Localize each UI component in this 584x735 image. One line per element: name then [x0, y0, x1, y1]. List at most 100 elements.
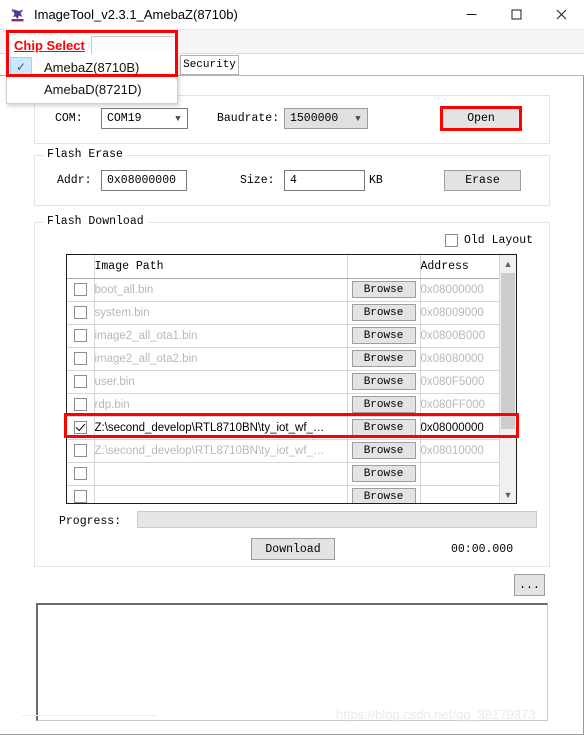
- scroll-down-icon[interactable]: ▼: [500, 486, 516, 503]
- erase-button[interactable]: Erase: [444, 170, 521, 191]
- row-image-path[interactable]: boot_all.bin: [94, 278, 348, 302]
- old-layout-checkbox-row[interactable]: Old Layout: [445, 234, 533, 247]
- row-checkbox-cell[interactable]: [67, 347, 95, 371]
- table-row[interactable]: Z:\second_develop\RTL8710BN\ty_iot_wf_… B…: [67, 439, 516, 463]
- chip-select-label[interactable]: Chip Select: [6, 38, 91, 54]
- row-image-path[interactable]: system.bin: [94, 301, 348, 325]
- row-checkbox[interactable]: [73, 375, 87, 388]
- row-checkbox-cell[interactable]: [67, 416, 95, 440]
- row-checkbox[interactable]: [73, 283, 87, 296]
- erase-size-unit: KB: [369, 174, 383, 187]
- row-browse-cell: Browse: [347, 301, 421, 325]
- row-address[interactable]: [420, 485, 500, 503]
- browse-button[interactable]: Browse: [351, 465, 416, 482]
- browse-button[interactable]: Browse: [351, 373, 416, 390]
- row-image-path[interactable]: image2_all_ota1.bin: [94, 324, 348, 348]
- row-checkbox-cell[interactable]: [67, 393, 95, 417]
- baudrate-value: 1500000: [290, 112, 339, 125]
- row-address[interactable]: 0x08080000: [420, 347, 500, 371]
- table-row[interactable]: system.bin Browse 0x08009000: [67, 301, 516, 325]
- table-row[interactable]: image2_all_ota1.bin Browse 0x0800B000: [67, 324, 516, 348]
- row-image-path[interactable]: rdp.bin: [94, 393, 348, 417]
- row-address[interactable]: 0x08000000: [420, 278, 500, 302]
- table-header-blank: [347, 255, 421, 279]
- row-image-path[interactable]: user.bin: [94, 370, 348, 394]
- table-row[interactable]: user.bin Browse 0x080F5000: [67, 370, 516, 394]
- row-checkbox[interactable]: [73, 467, 87, 480]
- row-address[interactable]: 0x0800B000: [420, 324, 500, 348]
- open-button[interactable]: Open: [442, 108, 520, 129]
- table-row[interactable]: Browse: [67, 462, 516, 486]
- chip-option-amebad[interactable]: AmebaD(8721D): [7, 78, 177, 100]
- table-vertical-scrollbar[interactable]: ▲ ▼: [499, 255, 516, 503]
- table-row[interactable]: Z:\second_develop\RTL8710BN\ty_iot_wf_… B…: [67, 416, 516, 440]
- row-image-path[interactable]: [94, 485, 348, 503]
- row-address[interactable]: 0x08009000: [420, 301, 500, 325]
- browse-button[interactable]: Browse: [351, 327, 416, 344]
- row-image-path[interactable]: image2_all_ota2.bin: [94, 347, 348, 371]
- tab-security[interactable]: Security: [180, 55, 239, 75]
- row-image-path[interactable]: [94, 462, 348, 486]
- more-options-label: ...: [519, 578, 540, 592]
- row-checkbox[interactable]: [73, 352, 87, 365]
- row-checkbox-cell[interactable]: [67, 278, 95, 302]
- browse-button[interactable]: Browse: [351, 281, 416, 298]
- image-table[interactable]: Image Path Address boot_all.bin Browse 0x0…: [66, 254, 517, 504]
- chip-option-amebaz[interactable]: ✓ AmebaZ(8710B): [7, 56, 177, 78]
- baudrate-label: Baudrate:: [217, 112, 280, 125]
- row-checkbox[interactable]: [73, 329, 87, 342]
- log-output-area[interactable]: [36, 603, 548, 721]
- row-checkbox-cell[interactable]: [67, 324, 95, 348]
- open-button-label: Open: [467, 112, 495, 125]
- browse-button[interactable]: Browse: [351, 396, 416, 413]
- image-table-body: boot_all.bin Browse 0x08000000 system.bin Br…: [67, 278, 516, 503]
- browse-button[interactable]: Browse: [351, 350, 416, 367]
- browse-button[interactable]: Browse: [351, 304, 416, 321]
- browse-button[interactable]: Browse: [351, 419, 416, 436]
- more-options-button[interactable]: ...: [514, 574, 545, 596]
- maximize-button[interactable]: [494, 0, 539, 30]
- row-checkbox[interactable]: [73, 490, 87, 503]
- chip-select-dropdown-list: ✓ AmebaZ(8710B) AmebaD(8721D): [6, 54, 178, 104]
- row-image-path[interactable]: Z:\second_develop\RTL8710BN\ty_iot_wf_…: [94, 439, 348, 463]
- flash-download-group: Flash Download Old Layout Image Path Add…: [34, 215, 550, 567]
- old-layout-checkbox[interactable]: [445, 234, 458, 247]
- browse-button[interactable]: Browse: [351, 488, 416, 503]
- baudrate-select[interactable]: 1500000 ▼: [284, 108, 368, 129]
- image-tool-window: ImageTool_v2.3.1_AmebaZ(8710b) Security …: [0, 0, 584, 735]
- chip-select-menu-header[interactable]: Chip Select: [6, 31, 178, 54]
- row-checkbox-checked[interactable]: [73, 421, 87, 434]
- scrollbar-thumb[interactable]: [501, 273, 515, 429]
- table-row[interactable]: boot_all.bin Browse 0x08000000: [67, 278, 516, 302]
- table-header-image-path: Image Path: [94, 255, 348, 279]
- scroll-up-icon[interactable]: ▲: [500, 255, 516, 272]
- row-image-path[interactable]: Z:\second_develop\RTL8710BN\ty_iot_wf_…: [94, 416, 348, 440]
- row-address[interactable]: [420, 462, 500, 486]
- row-address[interactable]: 0x080F5000: [420, 370, 500, 394]
- row-checkbox[interactable]: [73, 398, 87, 411]
- table-row[interactable]: rdp.bin Browse 0x080FF000: [67, 393, 516, 417]
- chevron-down-icon: ▼: [175, 113, 181, 124]
- row-address[interactable]: 0x08010000: [420, 439, 500, 463]
- chip-select-menu: Chip Select ✓ AmebaZ(8710B) AmebaD(8721D…: [6, 31, 178, 104]
- erase-size-input[interactable]: 4: [284, 170, 365, 191]
- download-button[interactable]: Download: [251, 538, 335, 560]
- row-checkbox-cell[interactable]: [67, 439, 95, 463]
- erase-size-value: 4: [290, 174, 297, 187]
- com-port-select[interactable]: COM19 ▼: [101, 108, 188, 129]
- row-address[interactable]: 0x080FF000: [420, 393, 500, 417]
- row-browse-cell: Browse: [347, 278, 421, 302]
- row-checkbox[interactable]: [73, 444, 87, 457]
- browse-button[interactable]: Browse: [351, 442, 416, 459]
- row-checkbox-cell[interactable]: [67, 370, 95, 394]
- row-checkbox-cell[interactable]: [67, 301, 95, 325]
- row-checkbox[interactable]: [73, 306, 87, 319]
- row-address[interactable]: 0x08000000: [420, 416, 500, 440]
- minimize-button[interactable]: [449, 0, 494, 30]
- row-checkbox-cell[interactable]: [67, 462, 95, 486]
- row-checkbox-cell[interactable]: [67, 485, 95, 503]
- close-button[interactable]: [539, 0, 584, 30]
- table-row[interactable]: Browse: [67, 485, 516, 503]
- erase-addr-input[interactable]: 0x08000000: [101, 170, 187, 191]
- table-row[interactable]: image2_all_ota2.bin Browse 0x08080000: [67, 347, 516, 371]
